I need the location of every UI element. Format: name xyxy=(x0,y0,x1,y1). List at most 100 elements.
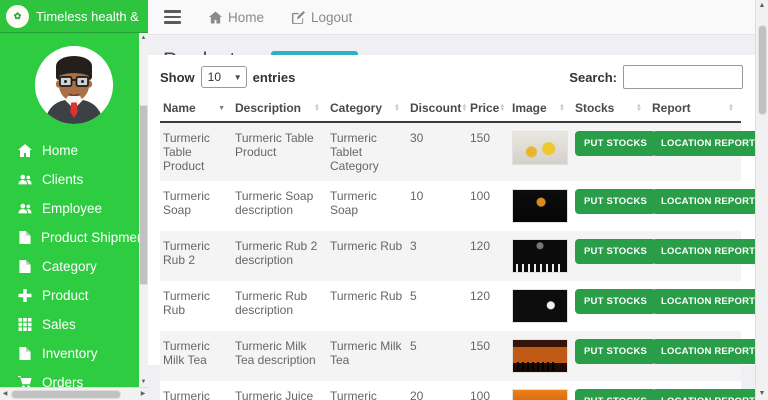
cell-name: Turmeric Milk Tea xyxy=(160,331,232,381)
sidebar-item-label: Inventory xyxy=(42,346,98,361)
cell-description: Turmeric Table Product xyxy=(232,122,327,181)
sidebar-item-label: Clients xyxy=(42,172,83,187)
put-stocks-button[interactable]: PUT STOCKS xyxy=(575,389,656,400)
brand-logo-icon: ✿ xyxy=(6,5,29,28)
cell-name: Turmeric Soap xyxy=(160,181,232,231)
cell-description: Turmeric Soap description xyxy=(232,181,327,231)
page-scrollbar-thumb[interactable] xyxy=(758,25,767,115)
sort-icon: ▲▼ xyxy=(636,104,642,113)
scroll-up-arrow-icon[interactable]: ▲ xyxy=(756,0,768,12)
scroll-down-arrow-icon[interactable]: ▼ xyxy=(139,377,148,387)
chevron-down-icon: ▼ xyxy=(234,73,242,82)
nav-logout-label: Logout xyxy=(311,10,352,25)
logout-icon xyxy=(292,11,305,24)
cell-category: Turmeric Soap xyxy=(327,181,407,231)
nav-home-label: Home xyxy=(228,10,264,25)
scroll-down-arrow-icon[interactable]: ▼ xyxy=(756,388,768,400)
cell-category: Turmeric Rub xyxy=(327,281,407,331)
app-window: ✿ Timeless health & Beau xyxy=(0,0,768,400)
product-image xyxy=(512,239,568,273)
product-image xyxy=(512,339,568,373)
cell-discount: 10 xyxy=(407,181,467,231)
entries-select-value: 10 xyxy=(208,70,221,84)
sort-icon: ▲▼ xyxy=(314,104,320,113)
sidebar-horizontal-scrollbar[interactable]: ◀ ▶ xyxy=(0,387,148,400)
search-label: Search: xyxy=(569,70,617,85)
sidebar-item-home[interactable]: Home xyxy=(0,136,140,165)
sort-icon: ▲▼ xyxy=(499,104,505,113)
sidebar-menu: Home Clients Employee Product Shipment C… xyxy=(0,136,140,397)
sidebar-item-product-shipment[interactable]: Product Shipment xyxy=(0,223,140,252)
avatar xyxy=(35,46,113,124)
cell-discount: 30 xyxy=(407,122,467,181)
sort-icon: ▲▼ xyxy=(461,104,467,113)
file-icon xyxy=(18,260,33,274)
nav-home-link[interactable]: Home xyxy=(209,10,264,25)
table-row: Turmeric Juice Turmeric Juice descriptio… xyxy=(160,381,741,400)
put-stocks-button[interactable]: PUT STOCKS xyxy=(575,289,656,314)
cell-price: 150 xyxy=(467,331,509,381)
column-header-report[interactable]: Report▲▼ xyxy=(649,96,741,122)
file-icon xyxy=(18,231,32,245)
put-stocks-button[interactable]: PUT STOCKS xyxy=(575,189,656,214)
scroll-left-arrow-icon[interactable]: ◀ xyxy=(0,388,10,400)
location-report-button[interactable]: LOCATION REPORT xyxy=(652,339,764,364)
cell-name: Turmeric Table Product xyxy=(160,122,232,181)
table-row: Turmeric Milk Tea Turmeric Milk Tea desc… xyxy=(160,331,741,381)
put-stocks-button[interactable]: PUT STOCKS xyxy=(575,239,656,264)
brand-title: Timeless health & Beau xyxy=(36,9,142,24)
entries-select[interactable]: 10 ▼ xyxy=(201,66,247,88)
cell-category: Turmeric Juice xyxy=(327,381,407,400)
sidebar-item-clients[interactable]: Clients xyxy=(0,165,140,194)
avatar-illustration xyxy=(35,46,113,124)
column-header-image[interactable]: Image▲▼ xyxy=(509,96,572,122)
sidebar-scrollbar-thumb[interactable] xyxy=(139,105,148,285)
put-stocks-button[interactable]: PUT STOCKS xyxy=(575,131,656,156)
scroll-right-arrow-icon[interactable]: ▶ xyxy=(138,388,148,400)
column-header-category[interactable]: Category▲▼ xyxy=(327,96,407,122)
location-report-button[interactable]: LOCATION REPORT xyxy=(652,239,764,264)
sidebar: ✿ Timeless health & Beau xyxy=(0,0,148,400)
table-row: Turmeric Rub 2 Turmeric Rub 2 descriptio… xyxy=(160,231,741,281)
sidebar-item-product[interactable]: Product xyxy=(0,281,140,310)
top-navbar: Home Logout xyxy=(148,0,755,35)
column-header-discount[interactable]: Discount▲▼ xyxy=(407,96,467,122)
sidebar-item-employee[interactable]: Employee xyxy=(0,194,140,223)
location-report-button[interactable]: LOCATION REPORT xyxy=(652,131,764,156)
nav-logout-link[interactable]: Logout xyxy=(292,10,352,25)
brand-bar: ✿ Timeless health & Beau xyxy=(0,0,148,33)
column-header-price[interactable]: Price▲▼ xyxy=(467,96,509,122)
sidebar-hscrollbar-thumb[interactable] xyxy=(11,390,121,399)
sidebar-item-sales[interactable]: Sales xyxy=(0,310,140,339)
cell-discount: 3 xyxy=(407,231,467,281)
column-header-name[interactable]: Name▼ xyxy=(160,96,232,122)
product-image xyxy=(512,289,568,323)
sidebar-item-label: Product xyxy=(42,288,89,303)
page-vertical-scrollbar[interactable]: ▲ ▼ xyxy=(755,0,768,400)
sidebar-item-category[interactable]: Category xyxy=(0,252,140,281)
location-report-button[interactable]: LOCATION REPORT xyxy=(652,289,764,314)
location-report-button[interactable]: LOCATION REPORT xyxy=(652,389,764,400)
search-input[interactable] xyxy=(623,65,743,89)
entries-label: entries xyxy=(253,70,296,85)
location-report-button[interactable]: LOCATION REPORT xyxy=(652,189,764,214)
cell-description: Turmeric Rub 2 description xyxy=(232,231,327,281)
scroll-up-arrow-icon[interactable]: ▲ xyxy=(139,33,148,43)
put-stocks-button[interactable]: PUT STOCKS xyxy=(575,339,656,364)
cell-price: 150 xyxy=(467,122,509,181)
sort-icon: ▲▼ xyxy=(728,104,734,113)
sort-icon: ▲▼ xyxy=(559,104,565,113)
sidebar-item-label: Home xyxy=(42,143,78,158)
cell-name: Turmeric Juice xyxy=(160,381,232,400)
sidebar-item-inventory[interactable]: Inventory xyxy=(0,339,140,368)
sidebar-item-label: Employee xyxy=(42,201,102,216)
products-table: Name▼ Description▲▼ Category▲▼ Discount▲… xyxy=(160,96,741,400)
table-row: Turmeric Table Product Turmeric Table Pr… xyxy=(160,122,741,181)
table-row: Turmeric Soap Turmeric Soap description … xyxy=(160,181,741,231)
cell-discount: 20 xyxy=(407,381,467,400)
column-header-stocks[interactable]: Stocks▲▼ xyxy=(572,96,649,122)
column-header-description[interactable]: Description▲▼ xyxy=(232,96,327,122)
cell-category: Turmeric Rub xyxy=(327,231,407,281)
menu-toggle-icon[interactable] xyxy=(164,10,181,23)
sidebar-vertical-scrollbar[interactable]: ▲ ▼ xyxy=(139,33,148,387)
